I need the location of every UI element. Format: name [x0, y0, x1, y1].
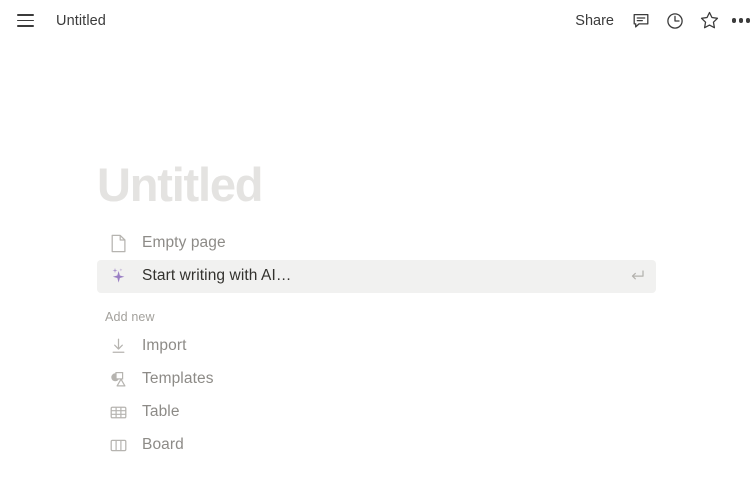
add-new-item-label: Table: [142, 403, 180, 421]
hamburger-line: [16, 19, 34, 22]
add-new-item-label: Import: [142, 337, 187, 355]
top-bar-actions: Share: [565, 5, 750, 37]
document-title[interactable]: Untitled: [56, 13, 106, 29]
suggestion-item-empty-page[interactable]: Empty page: [97, 227, 656, 260]
section-header-add-new: Add new: [105, 309, 155, 324]
page-content: Untitled Empty page Start writing with A…: [0, 41, 750, 462]
add-new-item-label: Templates: [142, 370, 214, 388]
more-horizontal-icon[interactable]: [726, 5, 750, 37]
page-document-icon: [105, 234, 131, 253]
comment-icon[interactable]: [624, 5, 658, 37]
board-columns-icon: [105, 436, 131, 455]
suggestion-item-start-writing-with-ai[interactable]: Start writing with AI…: [97, 259, 656, 293]
shapes-templates-icon: [105, 370, 131, 389]
more-dot: [731, 18, 736, 23]
add-new-item-table[interactable]: Table: [97, 396, 656, 429]
clock-history-icon[interactable]: [658, 5, 692, 37]
table-grid-icon: [105, 403, 131, 422]
more-dot: [746, 18, 750, 23]
hamburger-line: [16, 14, 34, 16]
star-icon[interactable]: [692, 5, 726, 37]
enter-return-icon: [628, 267, 646, 285]
suggestion-item-label: Start writing with AI…: [142, 267, 292, 285]
suggestion-item-label: Empty page: [142, 234, 226, 252]
add-new-item-templates[interactable]: Templates: [97, 363, 656, 396]
add-new-item-import[interactable]: Import: [97, 330, 656, 363]
add-new-item-label: Board: [142, 436, 184, 454]
hamburger-menu-icon[interactable]: [12, 8, 38, 34]
share-button[interactable]: Share: [565, 9, 624, 33]
suggestion-list: Empty page Start writing with AI… Add ne…: [97, 227, 656, 462]
page-title-placeholder[interactable]: Untitled: [97, 159, 750, 211]
download-import-icon: [105, 337, 131, 356]
ai-sparkle-icon: [105, 266, 131, 286]
add-new-item-board[interactable]: Board: [97, 429, 656, 462]
top-bar: Untitled Share: [0, 0, 750, 41]
hamburger-line: [16, 25, 34, 27]
more-dot: [738, 18, 744, 23]
